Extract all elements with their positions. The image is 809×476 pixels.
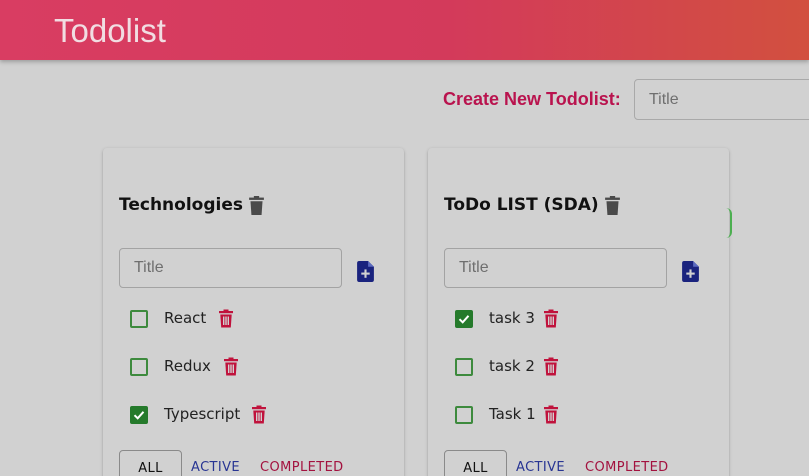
task-item: task 3 (455, 307, 715, 331)
task-item: Redux (130, 355, 390, 379)
task-item: task 2 (455, 355, 715, 379)
app-bar: Todolist (0, 0, 809, 60)
check-icon (133, 411, 145, 420)
filter-active-button[interactable]: ACTIVE (516, 460, 565, 475)
add-task-file-plus-icon[interactable] (682, 261, 699, 282)
todolist-card: ToDo LIST (SDA) task 3 task 2 (428, 148, 729, 476)
task-checkbox[interactable] (455, 310, 473, 328)
delete-task-trash-icon[interactable] (544, 405, 558, 424)
delete-task-trash-icon[interactable] (219, 309, 233, 328)
task-label: Typescript (164, 405, 241, 423)
create-todolist-label: Create New Todolist: (443, 89, 621, 109)
check-icon (458, 315, 470, 324)
new-task-input[interactable] (444, 248, 667, 288)
card-edge-indicator (726, 208, 732, 238)
todolist-title: Technologies (119, 195, 243, 215)
delete-task-trash-icon[interactable] (224, 357, 238, 376)
delete-task-trash-icon[interactable] (544, 357, 558, 376)
filter-all-button[interactable]: ALL (119, 450, 182, 476)
task-checkbox[interactable] (455, 358, 473, 376)
delete-todolist-trash-icon[interactable] (605, 196, 620, 215)
task-checkbox[interactable] (130, 358, 148, 376)
add-task-file-plus-icon[interactable] (357, 261, 374, 282)
app-title: Todolist (54, 12, 166, 49)
task-label: Redux (164, 357, 211, 375)
task-item: Task 1 (455, 403, 715, 427)
task-label: task 2 (489, 357, 535, 375)
filter-completed-button[interactable]: COMPLETED (585, 460, 669, 475)
todolist-card: Technologies React Redux (103, 148, 404, 476)
todolist-title: ToDo LIST (SDA) (444, 195, 599, 215)
filter-active-button[interactable]: ACTIVE (191, 460, 240, 475)
task-label: Task 1 (489, 405, 536, 423)
new-task-input[interactable] (119, 248, 342, 288)
delete-task-trash-icon[interactable] (252, 405, 266, 424)
filter-all-button[interactable]: ALL (444, 450, 507, 476)
delete-todolist-trash-icon[interactable] (249, 196, 264, 215)
task-label: task 3 (489, 309, 535, 327)
filter-completed-button[interactable]: COMPLETED (260, 460, 344, 475)
task-checkbox[interactable] (455, 406, 473, 424)
task-item: React (130, 307, 390, 331)
task-checkbox[interactable] (130, 310, 148, 328)
delete-task-trash-icon[interactable] (544, 309, 558, 328)
task-label: React (164, 309, 207, 327)
task-item: Typescript (130, 403, 390, 427)
create-todolist-input[interactable] (634, 79, 809, 120)
task-checkbox[interactable] (130, 406, 148, 424)
